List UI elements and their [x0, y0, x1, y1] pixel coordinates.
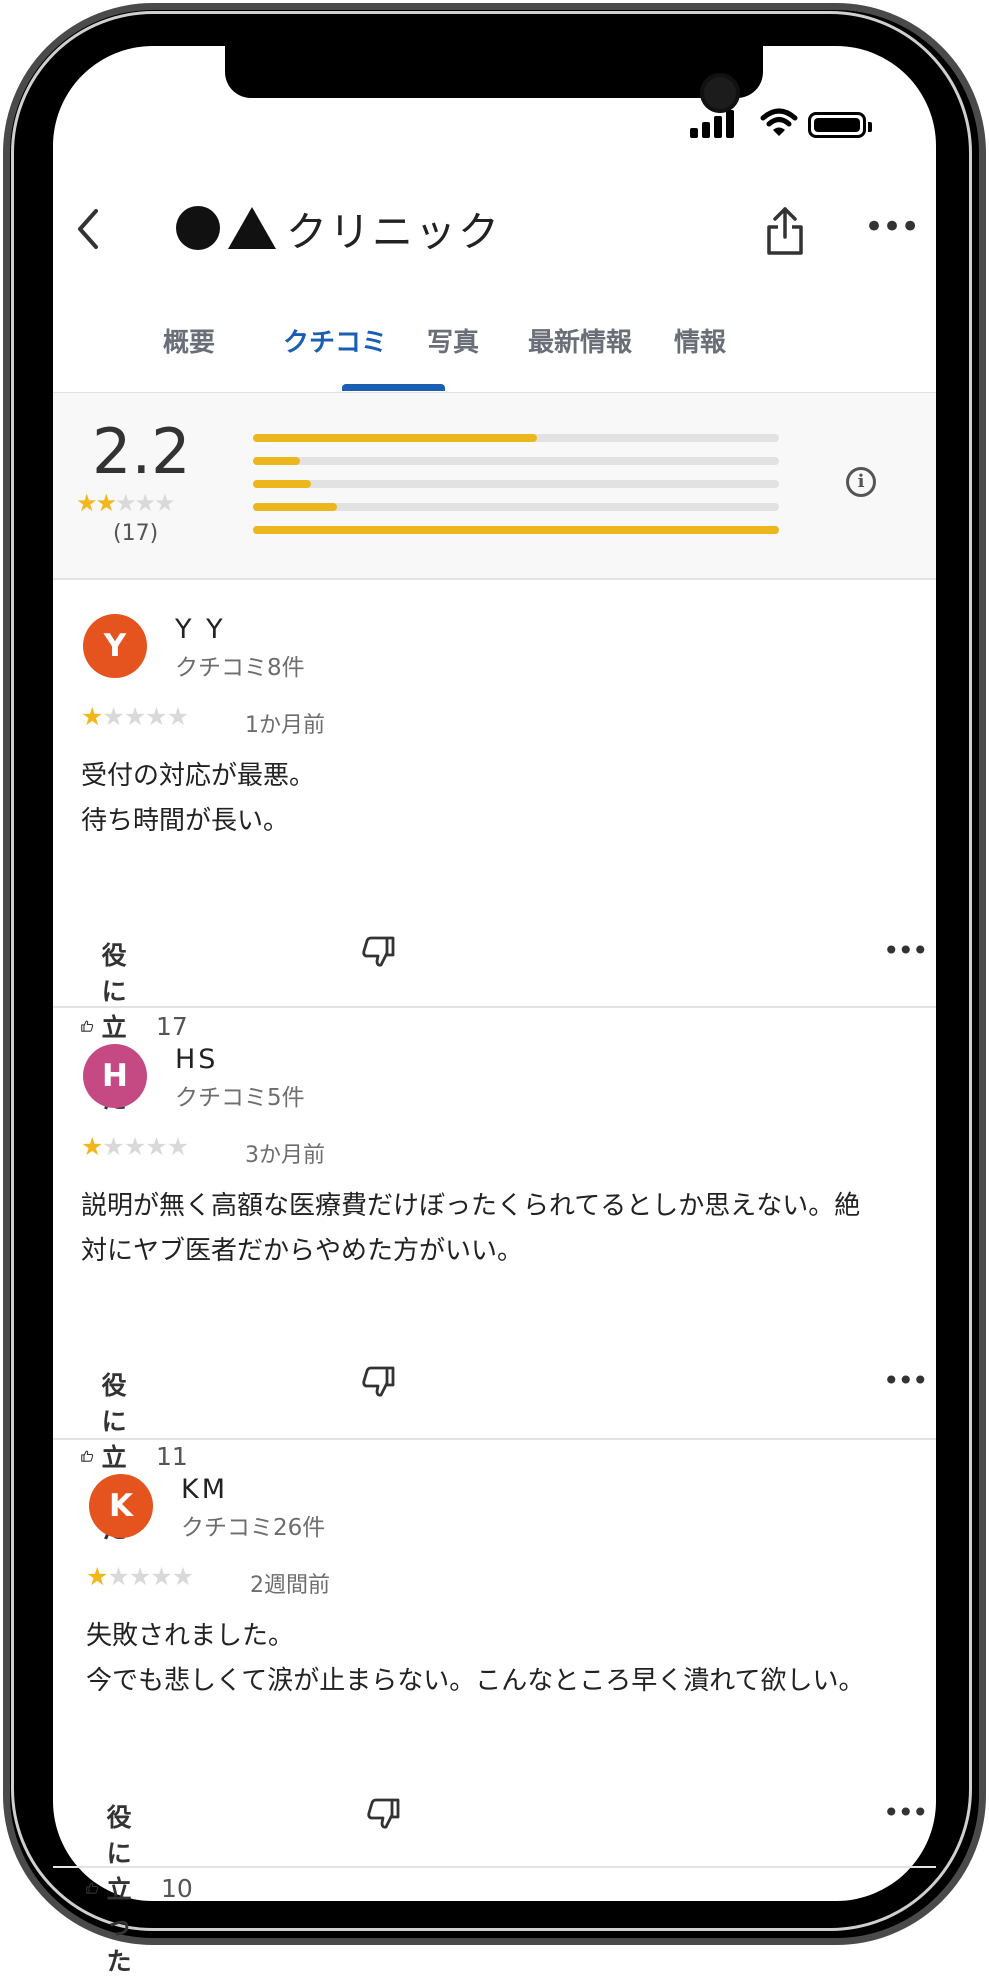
circle-triangle-logo [176, 206, 220, 250]
star-filled-icon: ★ [81, 702, 103, 731]
star-empty-icon: ★ [166, 702, 189, 731]
wifi-icon [760, 108, 798, 136]
star-empty-icon: ★ [171, 1562, 194, 1591]
star-empty-icon: ★ [166, 1132, 189, 1161]
star-empty-icon: ★ [128, 1562, 151, 1591]
rating-summary: 2.2 ★★★★★ (17) i [53, 393, 936, 578]
review-stars: ★★★★★ [81, 1132, 189, 1161]
review-text: 説明が無く高額な医療費だけぼったくられてるとしか思えない。絶対にヤブ医者だからや… [81, 1191, 861, 1266]
rating-bar-track [253, 503, 779, 511]
tab-bar: 概要 クチコミ 写真 最新情報 情報 [53, 310, 936, 392]
star-empty-icon: ★ [145, 702, 167, 731]
info-icon[interactable]: i [846, 467, 876, 497]
title-text: クリニック [286, 208, 501, 256]
reviewer-name[interactable]: Y Y [175, 614, 226, 645]
reviewer-name[interactable]: KM [181, 1474, 228, 1505]
page-title: クリニック [176, 198, 501, 258]
tab-updates[interactable]: 最新情報 [528, 322, 632, 359]
review-card: K KM クチコミ26件 ★★★★★ 2週間前 失敗されました。 今でも悲しくて涙… [53, 1474, 936, 1976]
helpful-button[interactable]: 役に立った 10 [86, 1798, 193, 1978]
star-filled-icon: ★ [76, 489, 97, 517]
star-empty-icon: ★ [123, 702, 146, 731]
star-empty-icon: ★ [107, 1562, 129, 1591]
helpful-label: 役に立った [106, 1803, 132, 1976]
reviewer-review-count: クチコミ26件 [181, 1515, 326, 1541]
more-horizontal-icon[interactable]: ••• [883, 937, 929, 965]
reviewer-review-count: クチコミ5件 [175, 1085, 305, 1111]
share-icon[interactable] [764, 205, 806, 257]
review-text: 失敗されました。 今でも悲しくて涙が止まらない。こんなところ早く潰れて欲しい。 [86, 1621, 865, 1696]
avatar[interactable]: K [89, 1474, 153, 1538]
star-empty-icon: ★ [102, 702, 124, 731]
review-text: 受付の対応が最悪。 待ち時間が長い。 [81, 761, 316, 836]
helpful-count: 11 [156, 1441, 188, 1471]
rating-bar-track [253, 480, 779, 488]
review-date: 1か月前 [245, 713, 325, 738]
avatar[interactable]: H [83, 1044, 147, 1108]
tab-info[interactable]: 情報 [674, 322, 726, 359]
review-date: 3か月前 [245, 1143, 325, 1168]
reviewer-name[interactable]: HS [175, 1044, 218, 1075]
thumbs-down-icon[interactable] [361, 936, 395, 968]
more-horizontal-icon[interactable]: ••• [883, 1799, 929, 1827]
divider [53, 1866, 936, 1868]
rating-distribution [253, 434, 779, 549]
divider [53, 578, 936, 580]
avatar[interactable]: Y [83, 614, 147, 678]
tab-photos[interactable]: 写真 [427, 322, 479, 359]
divider [53, 1438, 936, 1440]
active-tab-indicator [342, 384, 445, 391]
triangle-logo [228, 207, 276, 249]
more-horizontal-icon[interactable]: ••• [864, 210, 920, 244]
star-empty-icon: ★ [150, 1562, 172, 1591]
rating-bar-fill [253, 480, 311, 488]
helpful-count: 10 [161, 1873, 193, 1903]
rating-bar-track [253, 457, 779, 465]
review-card: H HS クチコミ5件 ★★★★★ 3か月前 説明が無く高額な医療費だけぼったく… [53, 1044, 936, 1544]
star-empty-icon: ★ [123, 1132, 146, 1161]
rating-bar-track [253, 526, 779, 534]
star-empty-icon: ★ [102, 1132, 124, 1161]
tab-overview[interactable]: 概要 [163, 322, 215, 359]
thumbs-up-icon [86, 1882, 99, 1894]
tab-reviews[interactable]: クチコミ [283, 322, 387, 359]
helpful-count: 17 [156, 1011, 188, 1041]
thumbs-down-icon[interactable] [361, 1366, 395, 1398]
average-rating: 2.2 [92, 415, 191, 488]
review-stars: ★★★★★ [81, 702, 189, 731]
review-date: 2週間前 [250, 1573, 330, 1598]
thumbs-down-icon[interactable] [366, 1798, 400, 1830]
star-empty-icon: ★ [145, 1132, 167, 1161]
star-filled-icon: ★ [86, 1562, 108, 1591]
rating-bar-fill [253, 526, 779, 534]
star-empty-icon: ★ [115, 489, 136, 517]
average-stars: ★★★★★ [76, 489, 176, 517]
rating-bar-track [253, 434, 779, 442]
star-filled-icon: ★ [95, 489, 117, 517]
notch [225, 46, 763, 113]
review-total: (17) [113, 521, 159, 546]
thumbs-up-icon [81, 1020, 94, 1032]
battery-icon [808, 112, 872, 138]
divider [53, 1006, 936, 1008]
thumbs-up-icon [81, 1450, 94, 1462]
camera-icon [700, 73, 740, 113]
rating-bar-fill [253, 434, 538, 442]
more-horizontal-icon[interactable]: ••• [883, 1367, 929, 1395]
star-filled-icon: ★ [81, 1132, 103, 1161]
star-empty-icon: ★ [154, 489, 175, 517]
review-stars: ★★★★★ [86, 1562, 194, 1591]
star-empty-icon: ★ [134, 489, 156, 517]
reviewer-review-count: クチコミ8件 [175, 655, 305, 681]
chevron-left-icon[interactable] [72, 207, 104, 251]
rating-bar-fill [253, 503, 338, 511]
rating-bar-fill [253, 457, 301, 465]
review-card: Y Y Y クチコミ8件 ★★★★★ 1か月前 受付の対応が最悪。 待ち時間が長い… [53, 614, 936, 1114]
